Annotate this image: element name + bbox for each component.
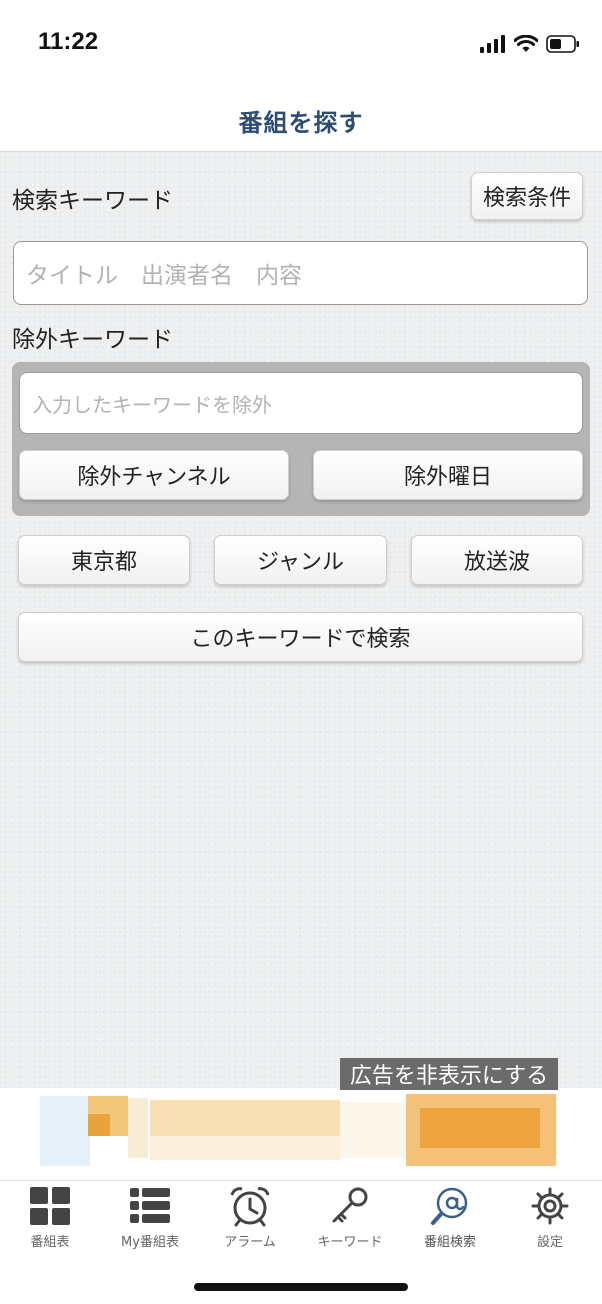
- keyword-input[interactable]: タイトル 出演者名 内容: [13, 241, 588, 305]
- tab-program-guide[interactable]: 番組表: [0, 1181, 100, 1259]
- key-icon: [332, 1187, 368, 1223]
- genre-button[interactable]: ジャンル: [214, 535, 387, 585]
- tab-alarm[interactable]: アラーム: [200, 1181, 300, 1259]
- ad-banner[interactable]: [0, 1088, 602, 1180]
- at-search-icon: [431, 1187, 468, 1225]
- tab-label: アラーム: [224, 1235, 276, 1250]
- tab-settings[interactable]: 設定: [500, 1181, 600, 1259]
- signal-icon: [480, 35, 505, 53]
- exclude-day-button[interactable]: 除外曜日: [313, 450, 583, 500]
- exclude-placeholder: 入力したキーワードを除外: [32, 392, 272, 417]
- page-title: 番組を探す: [238, 109, 364, 137]
- exclude-keyword-input[interactable]: 入力したキーワードを除外: [19, 372, 583, 434]
- broadcast-button[interactable]: 放送波: [411, 535, 583, 585]
- gear-icon: [531, 1187, 569, 1225]
- alarm-clock-icon: [230, 1187, 270, 1227]
- status-bar: 11:22: [0, 0, 602, 90]
- hide-ads-button[interactable]: 広告を非表示にする: [340, 1058, 558, 1090]
- status-icons: [480, 32, 580, 56]
- region-button[interactable]: 東京都: [18, 535, 190, 585]
- grid-icon: [30, 1187, 70, 1225]
- tab-label: My番組表: [121, 1235, 179, 1250]
- search-conditions-button[interactable]: 検索条件: [471, 172, 583, 220]
- nav-bar: 番組を探す: [0, 90, 602, 152]
- list-icon: [130, 1188, 170, 1223]
- tab-label: 設定: [536, 1235, 563, 1250]
- keyword-label: 検索キーワード: [12, 188, 173, 214]
- tab-label: 番組検索: [423, 1235, 476, 1250]
- wifi-icon: [514, 35, 538, 52]
- tab-keyword[interactable]: キーワード: [300, 1181, 400, 1259]
- battery-icon: [546, 35, 579, 53]
- keyword-search-button[interactable]: このキーワードで検索: [18, 612, 583, 662]
- home-indicator: [194, 1283, 408, 1291]
- tab-label: 番組表: [30, 1235, 70, 1250]
- exclude-channel-button[interactable]: 除外チャンネル: [19, 450, 289, 500]
- exclude-keyword-label: 除外キーワード: [12, 327, 173, 353]
- tab-my-program-guide[interactable]: My番組表: [100, 1181, 200, 1259]
- keyword-placeholder: タイトル 出演者名 内容: [26, 263, 302, 289]
- tab-program-search[interactable]: 番組検索: [400, 1181, 500, 1259]
- tab-label: キーワード: [317, 1235, 383, 1250]
- status-time: 11:22: [38, 28, 99, 55]
